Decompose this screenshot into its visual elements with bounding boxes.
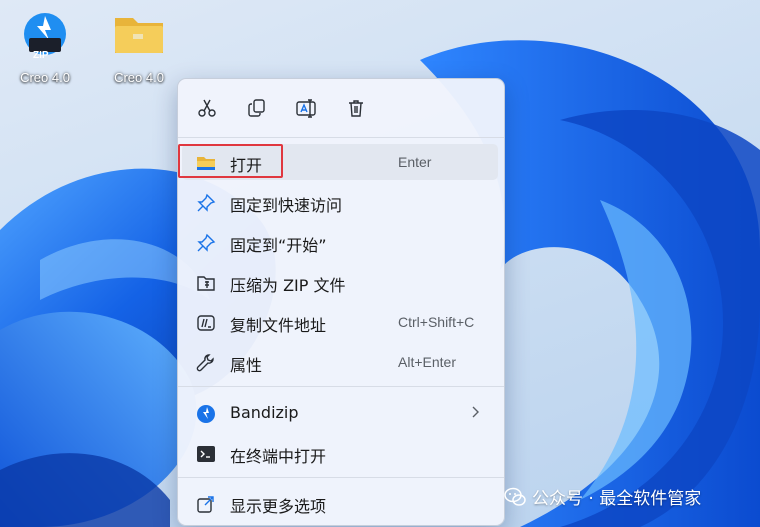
menu-item-shortcut: Enter: [398, 154, 432, 170]
separator: [178, 477, 504, 478]
menu-item-label: 压缩为 ZIP 文件: [230, 276, 346, 295]
menu-item-label: Bandizip: [230, 403, 299, 422]
wrench-icon: [196, 353, 216, 373]
rename-button[interactable]: [290, 93, 322, 123]
delete-button[interactable]: [340, 93, 372, 123]
trash-icon: [349, 100, 363, 117]
context-toolbar: [178, 79, 504, 137]
menu-item-bandizip[interactable]: Bandizip: [182, 395, 498, 431]
more-options-icon: [196, 494, 216, 514]
bandizip-icon: [196, 404, 216, 424]
menu-item-label: 在终端中打开: [230, 447, 327, 466]
desktop: ZIP Creo 4.0 Creo 4.0 打开 Enter 固定到快速访问 固…: [0, 0, 760, 527]
menu-item-compress-zip[interactable]: 压缩为 ZIP 文件: [182, 264, 498, 300]
desktop-icon-folder[interactable]: Creo 4.0: [104, 10, 174, 85]
folder-icon: [115, 18, 163, 53]
wechat-icon: [504, 487, 526, 506]
highlight-box: [178, 144, 283, 178]
menu-item-label: 固定到快速访问: [230, 196, 343, 215]
copy-icon: [248, 99, 265, 117]
menu-item-shortcut: Alt+Enter: [398, 354, 456, 370]
watermark-text: 公众号 · 最全软件管家: [532, 489, 702, 509]
cut-button[interactable]: [191, 93, 223, 123]
desktop-icon-label: Creo 4.0: [114, 70, 164, 85]
scissors-icon: [198, 99, 216, 117]
pin-icon: [196, 193, 216, 213]
pin-icon: [196, 233, 216, 253]
menu-item-label: 显示更多选项: [230, 497, 327, 516]
zip-badge: ZIP: [33, 50, 49, 61]
menu-item-copy-path[interactable]: 复制文件地址 Ctrl+Shift+C: [182, 304, 498, 340]
rename-icon: [296, 99, 316, 118]
menu-item-label: 复制文件地址: [230, 316, 327, 335]
path-icon: [196, 313, 216, 333]
menu-item-more-options[interactable]: 显示更多选项: [182, 485, 498, 521]
desktop-icon-zip[interactable]: ZIP Creo 4.0: [10, 10, 80, 85]
separator: [178, 386, 504, 387]
zip-folder-icon: [196, 273, 216, 293]
terminal-icon: [196, 444, 216, 464]
menu-item-label: 属性: [230, 356, 263, 375]
menu-item-pin-start[interactable]: 固定到“开始”: [182, 224, 498, 260]
watermark: 公众号 · 最全软件管家: [504, 484, 701, 509]
separator: [178, 137, 504, 138]
menu-item-open-terminal[interactable]: 在终端中打开: [182, 435, 498, 471]
chevron-right-icon: [470, 404, 480, 424]
menu-item-shortcut: Ctrl+Shift+C: [398, 314, 475, 330]
menu-item-properties[interactable]: 属性 Alt+Enter: [182, 344, 498, 380]
menu-item-label: 固定到“开始”: [230, 236, 327, 255]
desktop-icon-label: Creo 4.0: [20, 70, 70, 85]
menu-item-pin-quick-access[interactable]: 固定到快速访问: [182, 184, 498, 220]
copy-button[interactable]: [241, 93, 273, 123]
